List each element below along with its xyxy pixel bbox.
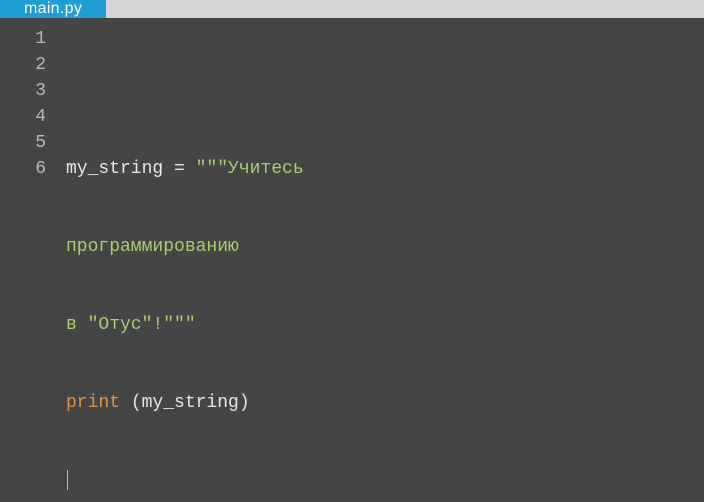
code-area[interactable]: my_string = """Учитесь программированию … — [60, 18, 704, 502]
code-line — [66, 468, 704, 494]
punct: ( — [120, 393, 142, 413]
operator: = — [163, 159, 195, 179]
code-line: в "Отус"!""" — [66, 312, 704, 338]
code-line — [66, 78, 704, 104]
string-literal: """Учитесь — [196, 159, 304, 179]
string-literal: в "Отус"!""" — [66, 315, 196, 335]
line-number: 1 — [0, 26, 46, 52]
code-editor[interactable]: 1 2 3 4 5 6 my_string = """Учитесь прогр… — [0, 18, 704, 502]
line-number-gutter: 1 2 3 4 5 6 — [0, 18, 60, 502]
file-tab-label: main.py — [24, 0, 82, 18]
line-number: 5 — [0, 130, 46, 156]
string-literal: программированию — [66, 237, 239, 257]
identifier: my_string — [142, 393, 239, 413]
punct: ) — [239, 393, 250, 413]
identifier: my_string — [66, 159, 163, 179]
builtin: print — [66, 393, 120, 413]
line-number: 2 — [0, 52, 46, 78]
code-line: print (my_string) — [66, 390, 704, 416]
line-number: 4 — [0, 104, 46, 130]
line-number: 6 — [0, 156, 46, 182]
code-line: my_string = """Учитесь — [66, 156, 704, 182]
line-number: 3 — [0, 78, 46, 104]
code-line: программированию — [66, 234, 704, 260]
tab-bar: main.py — [0, 0, 704, 18]
file-tab-main[interactable]: main.py — [0, 0, 106, 18]
text-cursor — [67, 470, 68, 490]
